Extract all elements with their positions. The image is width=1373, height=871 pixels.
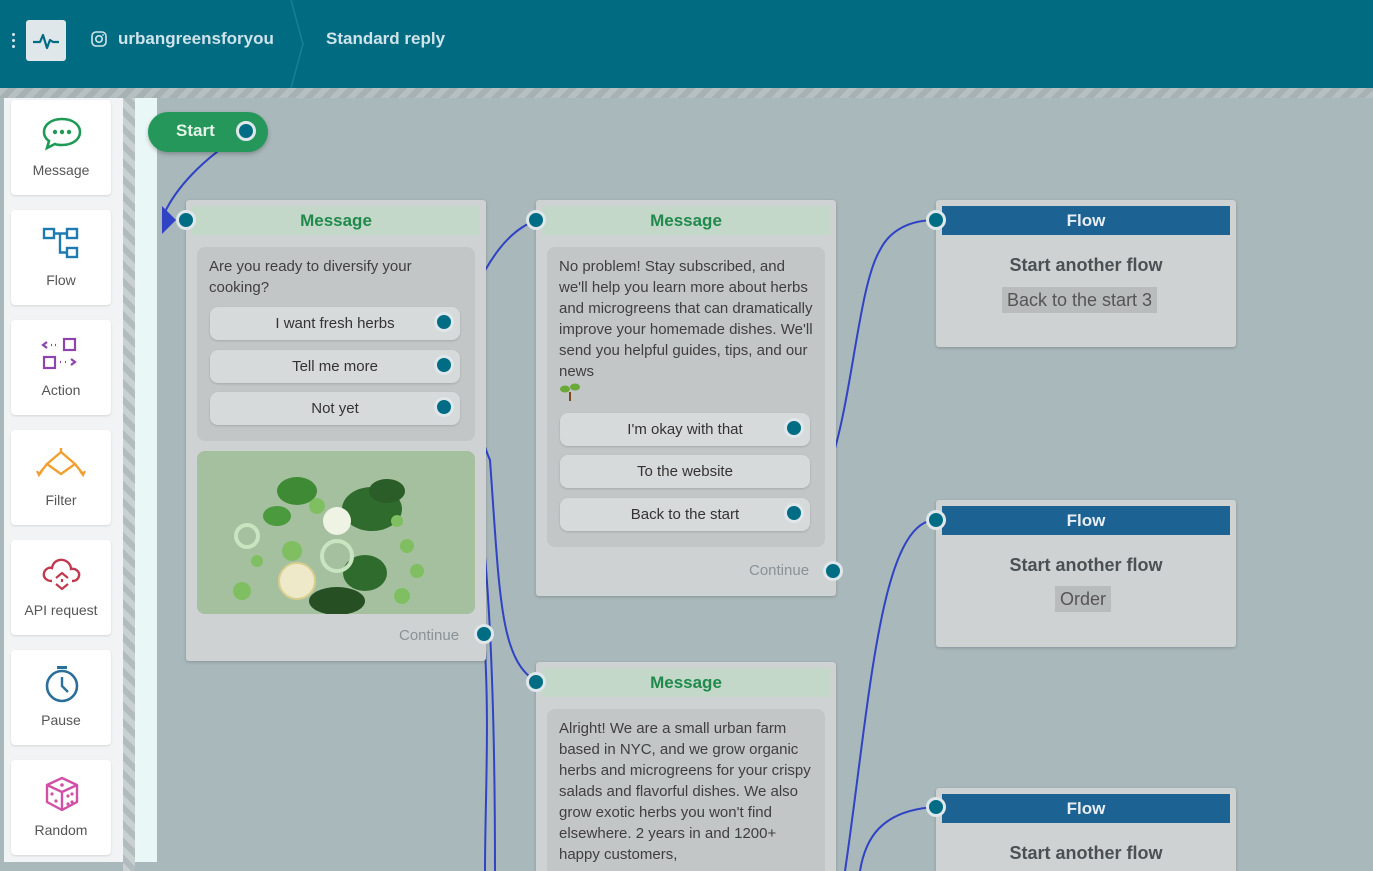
node-title: Flow — [942, 206, 1230, 235]
flow-2-input-port[interactable] — [926, 510, 946, 530]
flow-target-badge: Back to the start 3 — [1002, 287, 1158, 313]
flow-action-text: Start another flow — [1009, 555, 1163, 575]
tool-label: Action — [41, 382, 81, 398]
button-output-port[interactable] — [434, 397, 454, 417]
menu-dots-icon[interactable] — [11, 33, 17, 51]
page-title: Standard reply — [326, 29, 446, 48]
filter-icon — [36, 448, 86, 478]
message-3-bubble: Alright! We are a small urban farm based… — [547, 709, 825, 871]
tool-message[interactable]: Message — [11, 100, 111, 195]
flow-1-input-port[interactable] — [926, 210, 946, 230]
message-1-continue-port[interactable] — [474, 624, 494, 644]
reply-button[interactable]: To the website — [560, 455, 810, 488]
button-output-port[interactable] — [434, 355, 454, 375]
flow-action-text: Start another flow — [1009, 255, 1163, 275]
flow-node-3[interactable]: Flow Start another flow — [936, 788, 1236, 871]
tool-api-request[interactable]: API request — [11, 540, 111, 635]
message-icon — [42, 117, 82, 151]
account-name[interactable]: urbangreensforyou — [118, 29, 274, 49]
tool-label: Random — [34, 822, 88, 838]
continue-label: Continue — [749, 562, 810, 579]
tool-filter[interactable]: Filter — [11, 430, 111, 525]
tool-label: Filter — [45, 492, 77, 508]
timer-icon — [45, 666, 79, 703]
top-bar: urbangreensforyou Standard reply — [0, 0, 1373, 88]
tool-pause[interactable]: Pause — [11, 650, 111, 745]
canvas-top-border — [0, 88, 1373, 98]
message-text: Are you ready to diversify your cooking? — [209, 258, 412, 296]
node-title: Message — [542, 206, 830, 235]
dice-icon — [45, 776, 79, 812]
flow-action-text: Start another flow — [1009, 843, 1163, 863]
node-title: Flow — [942, 794, 1230, 823]
message-text: Alright! We are a small urban farm based… — [559, 720, 811, 863]
tool-label: Flow — [46, 272, 76, 288]
message-3-input-port[interactable] — [526, 672, 546, 692]
start-node[interactable]: Start — [148, 112, 268, 152]
button-output-port[interactable] — [784, 503, 804, 523]
flow-node-1[interactable]: Flow Start another flow Back to the star… — [936, 200, 1236, 347]
start-output-port[interactable] — [236, 121, 256, 141]
reply-button[interactable]: Back to the start — [560, 498, 810, 531]
flow-target-badge: Order — [1055, 586, 1112, 612]
message-2-continue-port[interactable] — [823, 561, 843, 581]
button-output-port[interactable] — [434, 312, 454, 332]
continue-label: Continue — [399, 627, 460, 644]
tool-label: Message — [32, 162, 90, 178]
tool-random[interactable]: Random — [11, 760, 111, 855]
tool-action[interactable]: Action — [11, 320, 111, 415]
node-title: Message — [192, 206, 480, 235]
node-title: Flow — [942, 506, 1230, 535]
breadcrumb-separator — [290, 0, 304, 88]
cloud-api-icon — [42, 558, 81, 591]
canvas-left-border — [123, 98, 135, 871]
message-1-input-port[interactable] — [176, 210, 196, 230]
reply-button[interactable]: I want fresh herbs — [210, 307, 460, 340]
tool-label: API request — [24, 602, 98, 618]
flow-node-2[interactable]: Flow Start another flow Order — [936, 500, 1236, 647]
message-text: No problem! Stay subscribed, and we'll h… — [559, 258, 813, 380]
reply-button[interactable]: I'm okay with that — [560, 413, 810, 446]
reply-button[interactable]: Tell me more — [210, 350, 460, 383]
node-title: Message — [542, 668, 830, 697]
start-label: Start — [176, 121, 215, 140]
flow-3-input-port[interactable] — [926, 797, 946, 817]
flow-icon — [42, 227, 79, 259]
tool-label: Pause — [41, 712, 81, 728]
action-icon — [41, 337, 77, 370]
message-2-input-port[interactable] — [526, 210, 546, 230]
instagram-icon — [91, 31, 107, 47]
herbs-photo — [197, 451, 475, 614]
reply-button[interactable]: Not yet — [210, 392, 460, 425]
drop-zone — [135, 98, 157, 862]
seedling-icon — [560, 383, 580, 401]
app-logo-icon[interactable] — [26, 20, 66, 61]
button-output-port[interactable] — [784, 418, 804, 438]
tool-flow[interactable]: Flow — [11, 210, 111, 305]
